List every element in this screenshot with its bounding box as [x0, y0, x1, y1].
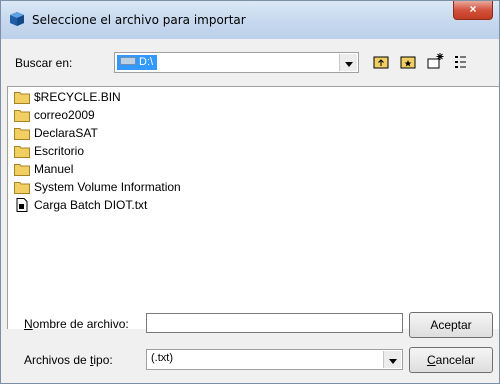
file-open-dialog: Seleccione el archivo para importar × Bu…	[0, 0, 500, 384]
close-button[interactable]: ×	[453, 1, 493, 20]
folder-icon	[14, 110, 30, 122]
new-folder-button[interactable]	[425, 50, 445, 70]
chevron-down-icon[interactable]	[383, 351, 401, 368]
filename-field[interactable]	[146, 313, 403, 333]
up-folder-icon	[373, 56, 389, 69]
filetype-combo[interactable]: (.txt)	[146, 349, 403, 370]
desktop-icon	[400, 56, 416, 69]
filetype-label: Archivos de tipo:	[24, 353, 113, 367]
file-list[interactable]: $RECYCLE.BIN correo2009 DeclaraSAT Escri…	[7, 86, 499, 329]
folder-icon	[14, 128, 30, 140]
new-folder-icon	[427, 53, 444, 69]
list-view-icon	[455, 56, 466, 68]
folder-icon	[14, 164, 30, 176]
lookin-label: Buscar en:	[15, 56, 73, 70]
dialog-title: Seleccione el archivo para importar	[32, 13, 246, 27]
desktop-button[interactable]	[398, 52, 418, 72]
filetype-selected-value: (.txt)	[151, 352, 173, 364]
cancel-button[interactable]: Cancelar	[409, 347, 493, 373]
text-file-icon	[16, 198, 28, 212]
chevron-down-icon[interactable]	[339, 54, 357, 71]
title-bar[interactable]: Seleccione el archivo para importar ×	[1, 1, 499, 39]
list-view-button[interactable]	[452, 52, 472, 72]
filename-label: Nombre de archivo:	[24, 317, 129, 331]
folder-icon	[14, 146, 30, 158]
drive-icon	[120, 57, 136, 66]
close-icon: ×	[469, 2, 477, 16]
folder-icon	[14, 182, 30, 194]
app-icon	[10, 12, 24, 26]
accept-button[interactable]: Aceptar	[409, 312, 493, 338]
up-folder-button[interactable]	[371, 52, 391, 72]
folder-icon	[14, 92, 30, 104]
lookin-selected-value: D:\	[117, 55, 158, 70]
lookin-combo[interactable]: D:\	[114, 52, 359, 73]
